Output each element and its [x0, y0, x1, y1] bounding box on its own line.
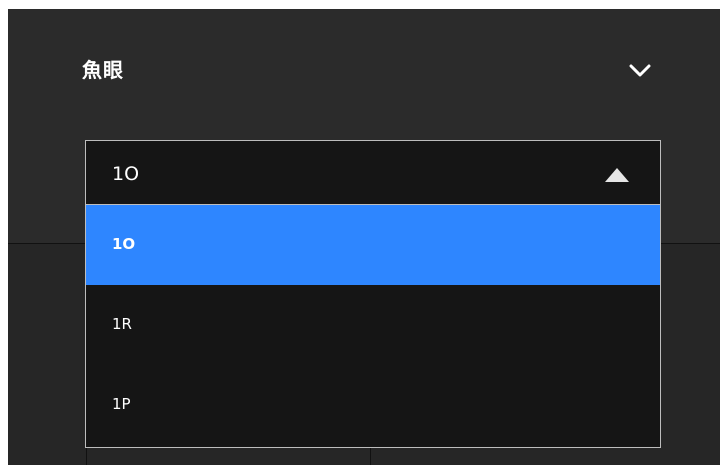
background-table-divider [370, 446, 371, 465]
chevron-down-icon [629, 64, 651, 77]
collapse-button[interactable] [620, 54, 660, 88]
background-table-divider [86, 446, 87, 465]
dropdown-option-label: 1O [112, 235, 136, 253]
section-title: 魚眼 [82, 58, 124, 82]
dropdown-option-label: 1R [112, 315, 132, 333]
dropdown-option-1r[interactable]: 1R [86, 285, 660, 365]
dropdown-options-list: 1O 1R 1P [86, 205, 660, 445]
dropdown-option-label: 1P [112, 395, 131, 413]
dropdown-option-1p[interactable]: 1P [86, 365, 660, 445]
caret-up-icon [605, 168, 629, 182]
dropdown-header[interactable]: 1O [86, 141, 660, 205]
dropdown-option-1o[interactable]: 1O [86, 205, 660, 285]
screen: 魚眼 1O 1O 1R 1P [0, 0, 720, 465]
fisheye-mode-dropdown[interactable]: 1O 1O 1R 1P [85, 140, 661, 448]
dropdown-selected-value: 1O [112, 163, 140, 185]
